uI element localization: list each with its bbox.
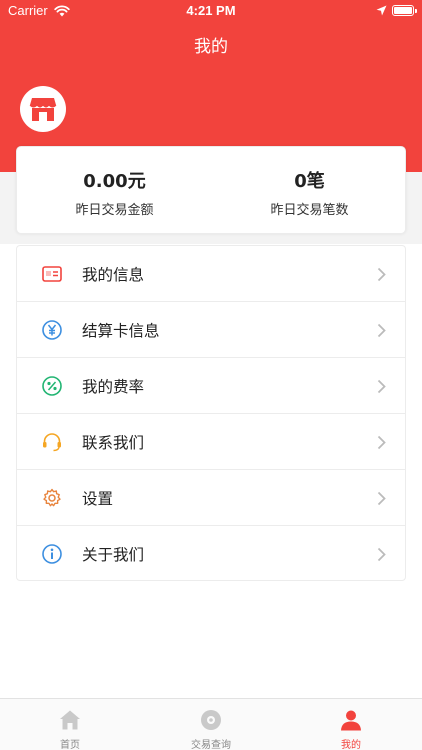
menu-item-label: 关于我们: [82, 546, 145, 564]
status-time: 4:21 PM: [186, 3, 236, 18]
menu-item-label: 我的费率: [82, 378, 145, 396]
menu-item-settlement-card[interactable]: 结算卡信息: [17, 302, 405, 358]
tab-label: 首页: [60, 740, 80, 750]
location-arrow-icon: [376, 5, 387, 16]
tab-label: 交易查询: [191, 740, 231, 750]
percent-icon: [42, 376, 62, 396]
menu-item-label: 我的信息: [82, 266, 145, 284]
menu-item-settings[interactable]: 设置: [17, 470, 405, 526]
stat-count-value: 0笔: [294, 171, 325, 192]
stat-count-label: 昨日交易笔数: [270, 203, 349, 218]
stat-amount-value: 0.00元: [83, 171, 146, 192]
menu-item-contact-us[interactable]: 联系我们: [17, 414, 405, 470]
tab-label: 我的: [341, 740, 361, 750]
battery-icon: [392, 5, 417, 16]
menu-list: 我的信息 结算卡信息 我的费率 联系我们 设置 关于我们: [16, 245, 406, 581]
shop-icon: [29, 98, 57, 121]
avatar[interactable]: [20, 86, 66, 132]
page-title: 我的: [194, 37, 228, 57]
headset-icon: [43, 433, 61, 452]
chevron-right-icon: [377, 547, 386, 562]
disc-icon: [201, 710, 221, 730]
tab-mine[interactable]: 我的: [281, 699, 421, 750]
tab-bar: 首页 交易查询 我的: [0, 698, 422, 750]
menu-item-label: 设置: [82, 490, 114, 508]
chevron-right-icon: [377, 323, 386, 338]
home-icon: [60, 710, 80, 730]
person-icon: [341, 710, 361, 731]
info-icon: [42, 544, 62, 564]
chevron-right-icon: [377, 435, 386, 450]
stat-amount-label: 昨日交易金额: [75, 203, 154, 218]
status-bar: Carrier 4:21 PM: [0, 0, 422, 22]
chevron-right-icon: [377, 267, 386, 282]
tab-home[interactable]: 首页: [0, 699, 140, 750]
id-card-icon: [42, 266, 62, 282]
stats-card: 0.00元 昨日交易金额 0笔 昨日交易笔数: [16, 146, 406, 234]
menu-item-label: 联系我们: [82, 434, 145, 452]
yen-icon: [42, 320, 62, 340]
menu-item-my-info[interactable]: 我的信息: [17, 246, 405, 302]
chevron-right-icon: [377, 491, 386, 506]
menu-item-about-us[interactable]: 关于我们: [17, 526, 405, 582]
tab-transactions[interactable]: 交易查询: [141, 699, 281, 750]
menu-item-label: 结算卡信息: [82, 322, 160, 340]
chevron-right-icon: [377, 379, 386, 394]
menu-item-my-rate[interactable]: 我的费率: [17, 358, 405, 414]
gear-icon: [43, 488, 61, 507]
